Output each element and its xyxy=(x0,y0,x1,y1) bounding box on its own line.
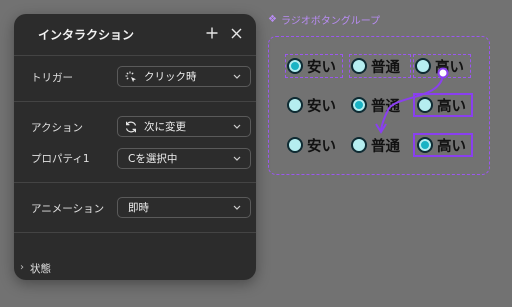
group-label[interactable]: ❖ ラジオボタングループ xyxy=(268,12,380,27)
divider xyxy=(14,55,256,56)
chevron-down-icon xyxy=(232,156,242,161)
radio-option-high[interactable]: 高い xyxy=(413,133,473,157)
radio-option-cheap[interactable]: 安い xyxy=(285,54,343,78)
radio-label: 普通 xyxy=(371,59,400,76)
divider xyxy=(14,232,256,233)
action-label: アクション xyxy=(31,122,83,134)
chevron-right-icon: › xyxy=(20,262,24,273)
close-icon[interactable] xyxy=(227,24,245,42)
divider xyxy=(14,182,256,183)
chevron-down-icon xyxy=(232,205,242,210)
property-value: Cを選択中 xyxy=(128,153,178,165)
change-icon xyxy=(124,120,138,134)
property-select[interactable]: Cを選択中 xyxy=(117,148,251,169)
radio-unselected-icon xyxy=(351,58,367,74)
radio-option-normal[interactable]: 普通 xyxy=(349,54,411,78)
radio-option-cheap[interactable]: 安い xyxy=(285,133,343,157)
radio-selected-icon xyxy=(287,58,303,74)
animation-value: 即時 xyxy=(128,202,149,214)
radio-option-normal[interactable]: 普通 xyxy=(349,93,411,117)
radio-label: 普通 xyxy=(371,138,400,155)
action-select[interactable]: 次に変更 xyxy=(117,116,251,137)
trigger-select[interactable]: クリック時 xyxy=(117,66,251,87)
radio-label: 高い xyxy=(437,98,466,115)
divider xyxy=(14,101,256,102)
radio-label: 高い xyxy=(435,59,464,76)
interaction-panel: インタラクション トリガー クリック時 アクション 次に変更 プロパティ1 Cを… xyxy=(14,14,256,280)
add-icon[interactable] xyxy=(203,24,221,42)
chevron-down-icon xyxy=(232,124,242,129)
radio-unselected-icon xyxy=(287,97,303,113)
animation-select[interactable]: 即時 xyxy=(117,197,251,218)
radio-label: 安い xyxy=(307,59,336,76)
component-instance-icon: ❖ xyxy=(268,14,277,25)
click-icon xyxy=(124,70,138,84)
radio-selected-icon xyxy=(351,97,367,113)
radio-unselected-icon xyxy=(417,97,433,113)
radio-option-high[interactable]: 高い xyxy=(413,93,473,117)
radio-label: 高い xyxy=(437,138,466,155)
chevron-down-icon xyxy=(232,74,242,79)
panel-title: インタラクション xyxy=(38,28,135,42)
radio-unselected-icon xyxy=(351,137,367,153)
radio-option-cheap[interactable]: 安い xyxy=(285,93,343,117)
radio-label: 安い xyxy=(307,98,336,115)
radio-selected-icon xyxy=(417,137,433,153)
animation-label: アニメーション xyxy=(31,203,105,215)
group-label-text: ラジオボタングループ xyxy=(280,16,381,27)
radio-label: 安い xyxy=(307,138,336,155)
trigger-label: トリガー xyxy=(31,72,73,84)
property-label: プロパティ1 xyxy=(31,153,90,165)
radio-unselected-icon xyxy=(287,137,303,153)
radio-unselected-icon xyxy=(415,58,431,74)
radio-option-normal[interactable]: 普通 xyxy=(349,133,411,157)
trigger-value: クリック時 xyxy=(144,71,197,83)
state-section[interactable]: › 状態 xyxy=(14,258,256,280)
radio-label: 普通 xyxy=(371,98,400,115)
panel-header: インタラクション xyxy=(14,14,256,54)
radio-option-high[interactable]: 高い xyxy=(413,54,471,78)
action-value: 次に変更 xyxy=(144,121,186,133)
state-label: 状態 xyxy=(30,263,51,275)
